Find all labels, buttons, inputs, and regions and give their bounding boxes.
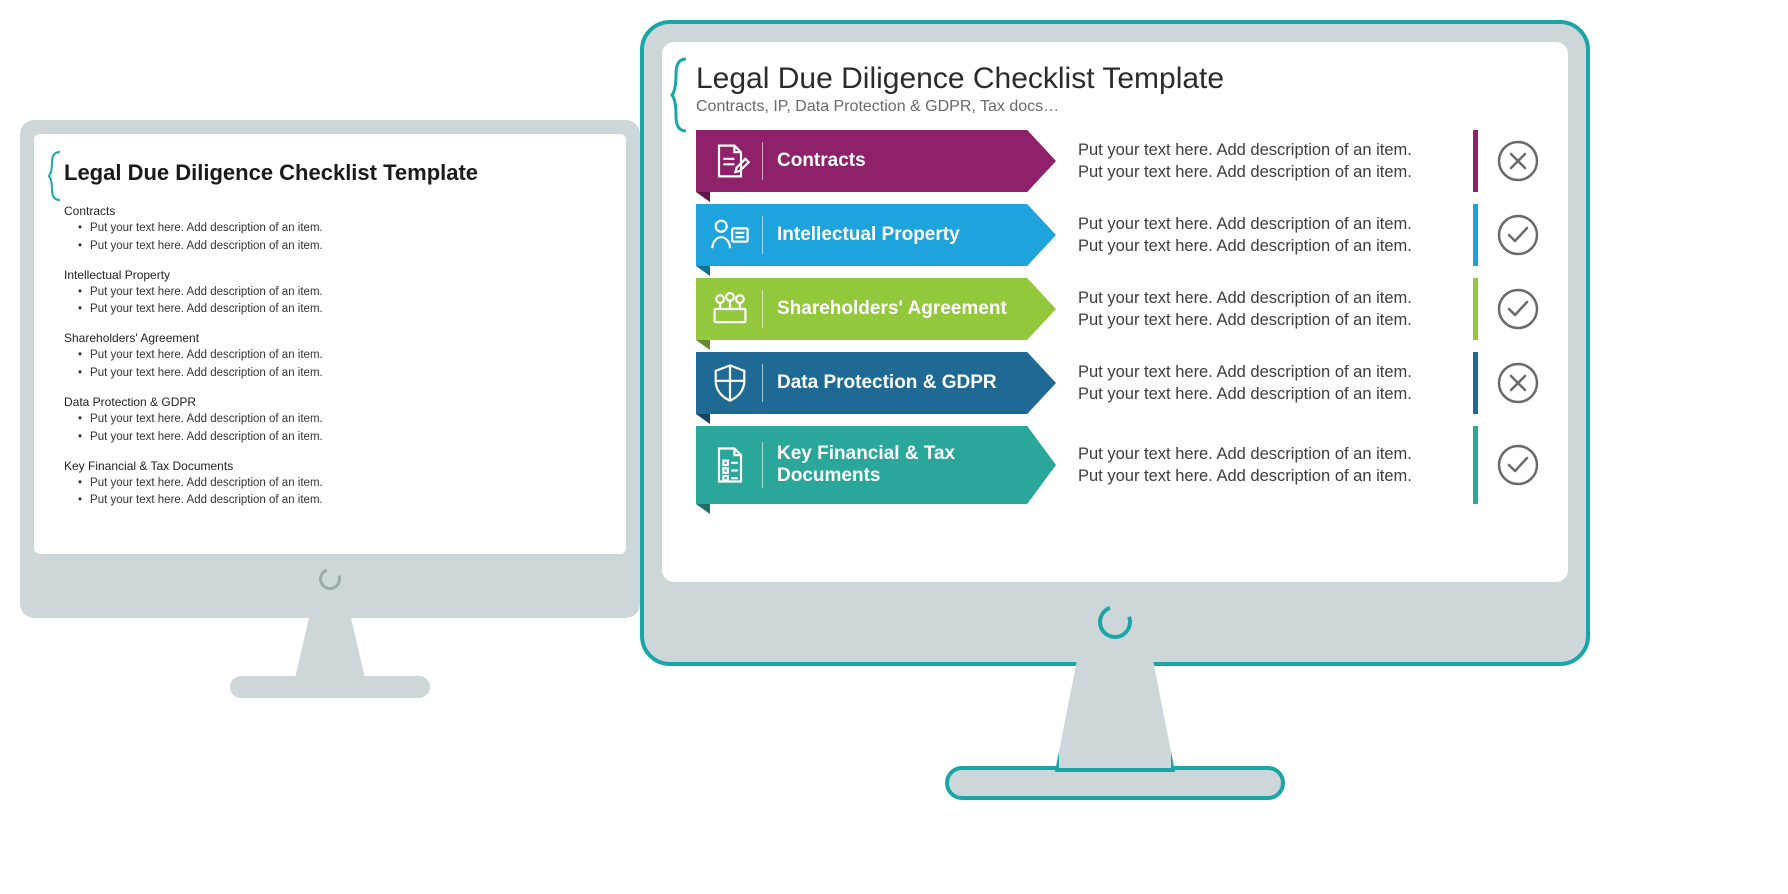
status-x-icon bbox=[1496, 139, 1540, 183]
status-check-icon bbox=[1496, 443, 1540, 487]
row-accent-bar bbox=[1473, 130, 1478, 192]
section-bullet: Put your text here. Add description of a… bbox=[78, 284, 596, 302]
section-bullet: Put your text here. Add description of a… bbox=[78, 475, 596, 493]
ribbon-fold bbox=[696, 504, 710, 514]
ribbon-fold bbox=[696, 266, 710, 276]
checklist-document-icon bbox=[708, 443, 752, 487]
checklist-row-shareholders: Shareholders' Agreement Put your text he… bbox=[696, 278, 1540, 340]
monitor-stand-base bbox=[230, 676, 430, 698]
power-icon bbox=[315, 564, 344, 593]
monitor-bezel bbox=[34, 554, 626, 604]
row-description: Put your text here. Add description of a… bbox=[1056, 130, 1461, 192]
checklist-row-contracts: Contracts Put your text here. Add descri… bbox=[696, 130, 1540, 192]
styled-subtitle: Contracts, IP, Data Protection & GDPR, T… bbox=[696, 98, 1540, 116]
row-arrow: Shareholders' Agreement bbox=[696, 278, 1056, 340]
checklist-row-ip: Intellectual Property Put your text here… bbox=[696, 204, 1540, 266]
row-accent-bar bbox=[1473, 204, 1478, 266]
monitor-bezel bbox=[662, 582, 1568, 662]
monitor-stand-neck bbox=[295, 618, 365, 678]
ribbon-fold bbox=[696, 340, 710, 350]
status-x-icon bbox=[1496, 361, 1540, 405]
section-bullet: Put your text here. Add description of a… bbox=[78, 220, 596, 238]
row-arrow: Contracts bbox=[696, 130, 1056, 192]
monitor-stand-neck bbox=[1055, 662, 1175, 772]
section-heading: Key Financial & Tax Documents bbox=[64, 459, 596, 473]
row-description: Put your text here. Add description of a… bbox=[1056, 426, 1461, 504]
monitor-frame: Legal Due Diligence Checklist Template C… bbox=[20, 120, 640, 618]
plain-section-shareholders: Shareholders' Agreement Put your text he… bbox=[64, 331, 596, 383]
styled-title: Legal Due Diligence Checklist Template bbox=[696, 62, 1540, 96]
row-label: Contracts bbox=[777, 150, 906, 172]
section-heading: Intellectual Property bbox=[64, 268, 596, 282]
ribbon-fold bbox=[696, 192, 710, 202]
row-label: Shareholders' Agreement bbox=[777, 298, 1047, 320]
styled-template-screen: Legal Due Diligence Checklist Template C… bbox=[662, 42, 1568, 582]
section-bullet: Put your text here. Add description of a… bbox=[78, 238, 596, 256]
row-label: Data Protection & GDPR bbox=[777, 372, 1037, 394]
section-bullet: Put your text here. Add description of a… bbox=[78, 492, 596, 510]
plain-section-gdpr: Data Protection & GDPR Put your text her… bbox=[64, 395, 596, 447]
checklist-rows: Contracts Put your text here. Add descri… bbox=[696, 130, 1540, 504]
section-bullet: Put your text here. Add description of a… bbox=[78, 429, 596, 447]
section-bullet: Put your text here. Add description of a… bbox=[78, 365, 596, 383]
person-id-icon bbox=[708, 213, 752, 257]
section-bullet: Put your text here. Add description of a… bbox=[78, 301, 596, 319]
section-heading: Shareholders' Agreement bbox=[64, 331, 596, 345]
row-label: Intellectual Property bbox=[777, 224, 1000, 246]
plain-template-monitor: Legal Due Diligence Checklist Template C… bbox=[20, 120, 640, 698]
section-heading: Data Protection & GDPR bbox=[64, 395, 596, 409]
bracket-icon bbox=[48, 150, 62, 202]
row-accent-bar bbox=[1473, 426, 1478, 504]
plain-section-ip: Intellectual Property Put your text here… bbox=[64, 268, 596, 320]
section-bullet: Put your text here. Add description of a… bbox=[78, 411, 596, 429]
document-edit-icon bbox=[708, 139, 752, 183]
plain-section-financial: Key Financial & Tax Documents Put your t… bbox=[64, 459, 596, 511]
power-icon bbox=[1092, 599, 1137, 644]
checklist-row-gdpr: Data Protection & GDPR Put your text her… bbox=[696, 352, 1540, 414]
row-accent-bar bbox=[1473, 352, 1478, 414]
row-accent-bar bbox=[1473, 278, 1478, 340]
styled-template-monitor: Legal Due Diligence Checklist Template C… bbox=[640, 20, 1590, 800]
section-heading: Contracts bbox=[64, 204, 596, 218]
group-meeting-icon bbox=[708, 287, 752, 331]
plain-title: Legal Due Diligence Checklist Template bbox=[64, 160, 596, 186]
row-label: Key Financial & TaxDocuments bbox=[777, 443, 995, 487]
row-arrow: Data Protection & GDPR bbox=[696, 352, 1056, 414]
ribbon-fold bbox=[696, 414, 710, 424]
row-arrow: Intellectual Property bbox=[696, 204, 1056, 266]
row-description: Put your text here. Add description of a… bbox=[1056, 204, 1461, 266]
plain-section-contracts: Contracts Put your text here. Add descri… bbox=[64, 204, 596, 256]
bracket-icon bbox=[670, 56, 688, 134]
section-bullet: Put your text here. Add description of a… bbox=[78, 347, 596, 365]
checklist-row-financial: Key Financial & TaxDocuments Put your te… bbox=[696, 426, 1540, 504]
status-check-icon bbox=[1496, 213, 1540, 257]
row-description: Put your text here. Add description of a… bbox=[1056, 278, 1461, 340]
status-check-icon bbox=[1496, 287, 1540, 331]
monitor-frame: Legal Due Diligence Checklist Template C… bbox=[640, 20, 1590, 666]
row-arrow: Key Financial & TaxDocuments bbox=[696, 426, 1056, 504]
plain-template-screen: Legal Due Diligence Checklist Template C… bbox=[34, 134, 626, 554]
shield-icon bbox=[708, 361, 752, 405]
row-description: Put your text here. Add description of a… bbox=[1056, 352, 1461, 414]
